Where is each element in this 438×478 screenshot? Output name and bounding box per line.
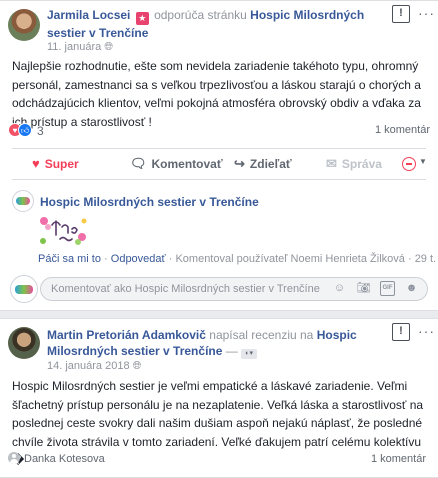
emoji-icon[interactable]: ☺ <box>332 281 347 296</box>
post-timestamp[interactable]: 11. januára 🌐︎ <box>47 41 113 54</box>
globe-icon: 🌐︎ <box>132 360 142 372</box>
post-action-text: odporúča stránku <box>154 8 247 22</box>
recommend-icon: ★ <box>135 12 149 25</box>
messenger-icon: ✉︎ <box>326 156 337 171</box>
commented-by-text: Komentoval používateľ Noemi Henrieta Žil… <box>175 253 405 265</box>
post-header: Jarmila Locsei ★ odporúča stránku Hospic… <box>47 7 392 41</box>
audience-selector-icon[interactable]: ◐▾ <box>241 349 258 359</box>
author-avatar[interactable] <box>8 9 40 41</box>
sticker-icon[interactable]: ☻ <box>404 281 419 296</box>
reactor-name: Danka Kotesova <box>24 453 105 465</box>
reply-author[interactable]: Hospic Milosrdných sestier v Trenčíne <box>40 194 259 210</box>
comment-button[interactable]: 🗨︎ Komentovať <box>130 149 223 179</box>
report-flag-icon[interactable]: ! <box>392 323 410 341</box>
reactor-summary[interactable]: Danka Kotesova <box>8 452 105 465</box>
author-avatar[interactable] <box>8 327 40 359</box>
meta-separator: · <box>407 253 415 265</box>
review-post-card: Martin Pretorián Adamkovič napísal recen… <box>0 318 438 478</box>
comment-tools: ☺ 📷︎ GIF ☻ <box>332 281 419 296</box>
more-options-icon[interactable]: ··· <box>418 323 435 339</box>
review-post-card: Jarmila Locsei ★ odporúča stránku Hospic… <box>0 0 438 311</box>
action-bar: ♥ Super 🗨︎ Komentovať ↪ Zdieľať ✉︎ Správa ▼ <box>12 148 427 180</box>
reaction-count[interactable]: 3 <box>37 124 44 138</box>
globe-icon: 🌐︎ <box>104 41 114 53</box>
comment-placeholder: Komentovať ako Hospic Milosrdných sestie… <box>51 283 320 295</box>
like-reaction-icon: 👍︎ <box>18 123 32 137</box>
reply-author-name[interactable]: Hospic Milosrdných sestier v Trenčíne <box>40 195 259 209</box>
author-name[interactable]: Jarmila Locsei <box>47 8 130 22</box>
post-time-text: 14. januára 2018 <box>47 360 130 372</box>
comment-label: Komentovať <box>151 157 223 171</box>
share-label: Zdieľať <box>249 157 292 171</box>
reply-link[interactable]: Odpovedať <box>111 253 166 265</box>
message-label: Správa <box>341 157 382 171</box>
post-timestamp[interactable]: 14. januára 2018 🌐︎ <box>47 360 141 373</box>
person-icon <box>8 452 20 464</box>
post-action-text: napísal recenziu na <box>209 328 314 342</box>
meta-separator: · <box>104 253 111 265</box>
post-time-text: 11. januára <box>47 41 102 53</box>
gif-icon[interactable]: GIF <box>380 281 395 296</box>
chevron-down-icon[interactable]: ▼ <box>419 157 427 166</box>
reply-time[interactable]: 29 t. <box>415 253 436 265</box>
like-link[interactable]: Páči sa mi to <box>38 253 101 265</box>
comment-input[interactable]: Komentovať ako Hospic Milosrdných sestie… <box>40 277 428 301</box>
page-avatar[interactable] <box>12 190 34 212</box>
share-button[interactable]: ↪ Zdieľať <box>234 149 292 179</box>
comment-icon: 🗨︎ <box>130 156 147 171</box>
comment-count[interactable]: 1 komentár <box>371 453 426 465</box>
header-separator: — <box>225 344 238 358</box>
report-flag-icon[interactable]: ! <box>392 5 410 23</box>
heart-icon: ♥ <box>32 156 40 171</box>
reaction-summary[interactable]: ♥ 👍︎ 3 1 komentár <box>8 122 430 140</box>
super-label: Super <box>44 157 79 171</box>
reaction-selector-icon[interactable] <box>402 157 416 171</box>
more-options-icon[interactable]: ··· <box>418 5 435 21</box>
camera-icon[interactable]: 📷︎ <box>356 281 371 296</box>
comment-count[interactable]: 1 komentár <box>375 124 430 136</box>
post-header: Martin Pretorián Adamkovič napísal recen… <box>47 327 387 359</box>
message-button[interactable]: ✉︎ Správa <box>326 149 382 179</box>
super-button[interactable]: ♥ Super <box>32 149 79 179</box>
post-body: Najlepšie rozhodnutie, ešte som nevidela… <box>12 59 421 129</box>
share-icon: ↪ <box>234 156 245 171</box>
thank-you-sticker <box>40 217 87 245</box>
commenter-avatar <box>10 275 38 303</box>
author-name[interactable]: Martin Pretorián Adamkovič <box>47 328 206 342</box>
reply-meta: Páči sa mi to · Odpovedať · Komentoval p… <box>38 253 436 265</box>
